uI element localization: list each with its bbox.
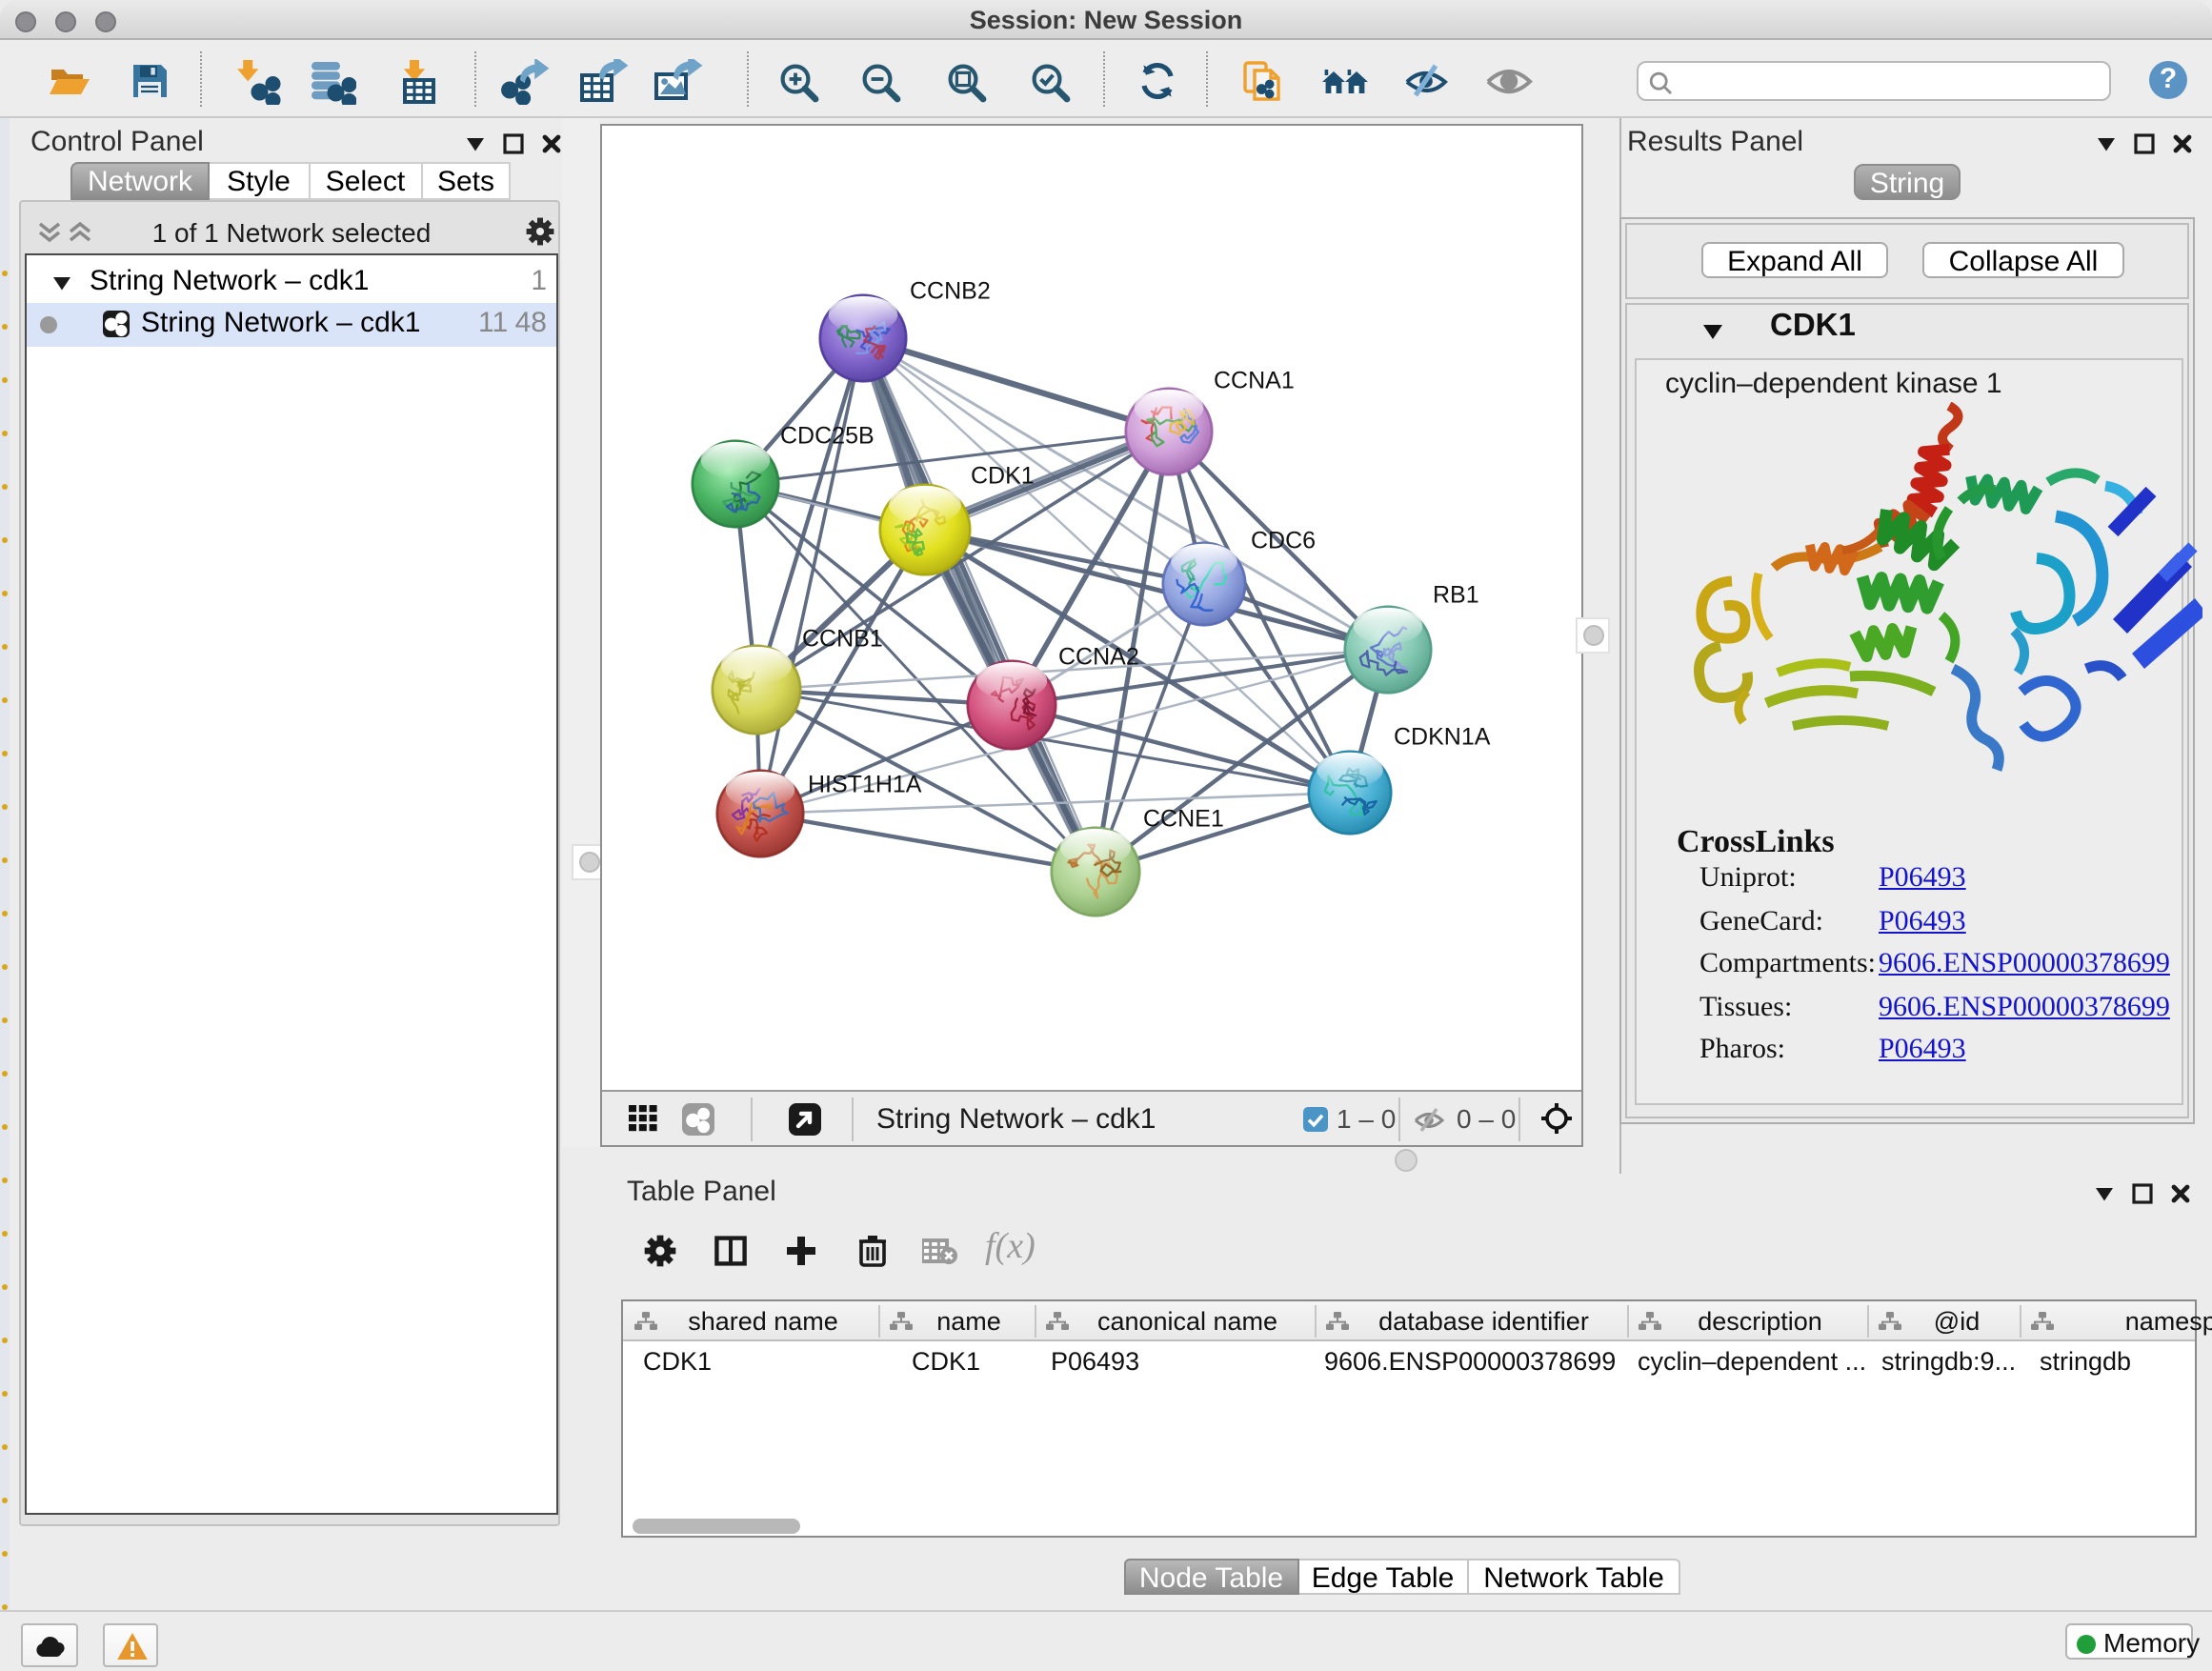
svg-text:CCNE1: CCNE1	[1142, 805, 1223, 832]
svg-text:CCNA2: CCNA2	[1057, 643, 1138, 670]
svg-text:CDC25B: CDC25B	[779, 422, 874, 449]
svg-text:CCNB1: CCNB1	[801, 625, 882, 652]
svg-text:RB1: RB1	[1432, 581, 1478, 608]
svg-text:CDKN1A: CDKN1A	[1393, 723, 1490, 750]
svg-text:CDK1: CDK1	[970, 462, 1034, 489]
svg-text:HIST1H1A: HIST1H1A	[807, 771, 921, 797]
svg-text:CCNA1: CCNA1	[1213, 367, 1294, 393]
svg-text:CCNB2: CCNB2	[909, 277, 990, 304]
svg-text:CDC6: CDC6	[1250, 527, 1315, 554]
